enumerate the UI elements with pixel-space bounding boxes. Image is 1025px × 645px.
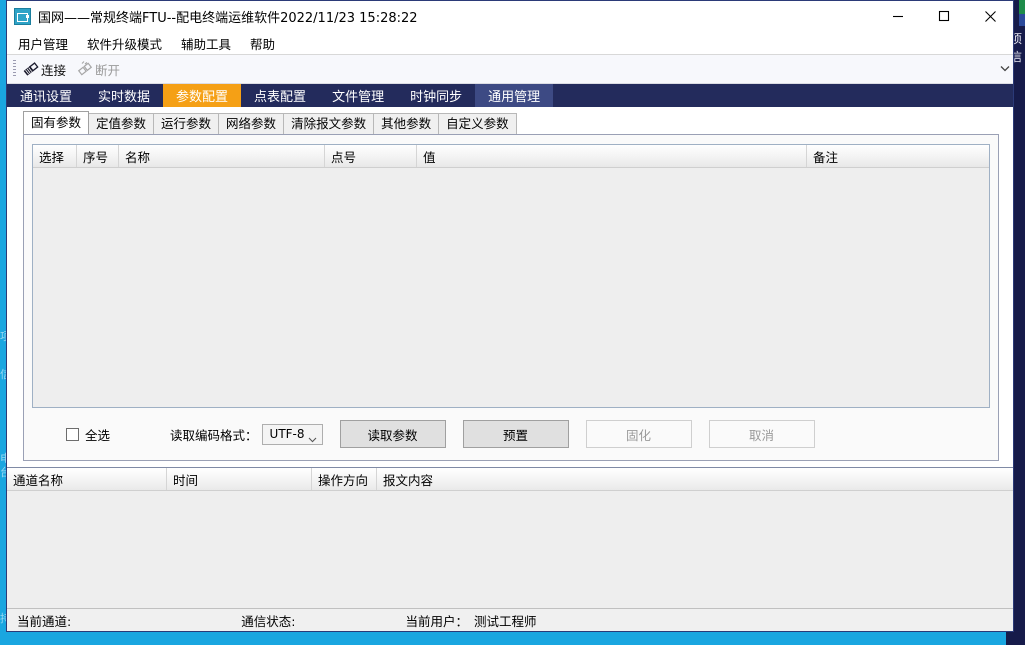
message-log-grid[interactable]: 通道名称 时间 操作方向 报文内容 <box>7 467 1013 608</box>
subtab-clear-message-params[interactable]: 清除报文参数 <box>283 113 375 134</box>
window-title: 国网——常规终端FTU--配电终端运维软件2022/11/23 15:28:22 <box>38 10 418 26</box>
menu-item-tools[interactable]: 辅助工具 <box>173 32 239 55</box>
maximize-button[interactable] <box>921 2 967 31</box>
subtab-other-params[interactable]: 其他参数 <box>373 113 440 134</box>
column-header-select[interactable]: 选择 <box>33 145 77 167</box>
toolbar-overflow-chevron-down-icon[interactable] <box>999 61 1011 75</box>
tab-communication-settings[interactable]: 通讯设置 <box>7 84 85 107</box>
menu-item-upgrade-mode[interactable]: 软件升级模式 <box>79 32 170 55</box>
menu-bar: 用户管理 软件升级模式 辅助工具 帮助 <box>7 32 1013 55</box>
parameter-panel: 选择 序号 名称 点号 值 备注 全选 读取编码格式： UTF-8 读取参数 预… <box>23 134 999 461</box>
subtab-runtime-params[interactable]: 运行参数 <box>153 113 220 134</box>
status-current-user-value: 测试工程师 <box>473 613 537 629</box>
encoding-label: 读取编码格式： <box>170 427 258 443</box>
background-blue-sliver <box>1019 14 1025 26</box>
select-all-label: 全选 <box>85 427 111 443</box>
close-button[interactable] <box>967 2 1013 31</box>
broken-link-icon <box>76 60 94 78</box>
encoding-value: UTF-8 <box>269 427 305 441</box>
tab-file-management[interactable]: 文件管理 <box>319 84 397 107</box>
menu-item-help[interactable]: 帮助 <box>242 32 283 55</box>
main-tab-strip: 通讯设置 实时数据 参数配置 点表配置 文件管理 时钟同步 通用管理 <box>7 84 1013 107</box>
application-window: 国网——常规终端FTU--配电终端运维软件2022/11/23 15:28:22… <box>6 0 1014 632</box>
parameter-controls-row: 全选 读取编码格式： UTF-8 读取参数 预置 固化 取消 <box>24 408 998 460</box>
link-icon <box>22 60 40 78</box>
preset-button[interactable]: 预置 <box>462 420 569 448</box>
toolbar: 连接 断开 <box>7 55 1013 84</box>
status-bar: 当前通道: 通信状态: 当前用户： 测试工程师 <box>7 608 1013 631</box>
message-log-body[interactable] <box>7 491 1013 608</box>
menu-item-user-management[interactable]: 用户管理 <box>10 32 76 55</box>
column-header-value[interactable]: 值 <box>417 145 807 167</box>
log-column-header-channel[interactable]: 通道名称 <box>7 468 167 490</box>
tab-clock-sync[interactable]: 时钟同步 <box>397 84 475 107</box>
app-monitor-icon <box>14 7 31 25</box>
content-area: 固有参数 定值参数 运行参数 网络参数 清除报文参数 其他参数 自定义参数 选择… <box>7 107 1013 467</box>
column-header-name[interactable]: 名称 <box>119 145 325 167</box>
minimize-button[interactable] <box>875 2 921 31</box>
status-current-channel: 当前通道: <box>17 613 72 629</box>
log-column-header-time[interactable]: 时间 <box>167 468 312 490</box>
subtab-network-params[interactable]: 网络参数 <box>218 113 285 134</box>
cancel-button[interactable]: 取消 <box>708 420 815 448</box>
log-column-header-direction[interactable]: 操作方向 <box>312 468 377 490</box>
message-log-header: 通道名称 时间 操作方向 报文内容 <box>7 468 1013 491</box>
desktop-background: 项 信 项 信 电 台 持 国网——常规终端FTU--配电终端运维软件2022/… <box>0 0 1025 645</box>
parameter-grid-body[interactable] <box>33 168 989 407</box>
column-header-point[interactable]: 点号 <box>325 145 417 167</box>
sub-tab-strip: 固有参数 定值参数 运行参数 网络参数 清除报文参数 其他参数 自定义参数 <box>23 111 1013 134</box>
tab-realtime-data[interactable]: 实时数据 <box>85 84 163 107</box>
connect-button[interactable]: 连接 <box>20 56 74 82</box>
subtab-setpoint-params[interactable]: 定值参数 <box>88 113 155 134</box>
toolbar-drag-handle[interactable] <box>13 60 16 78</box>
tab-general-management[interactable]: 通用管理 <box>475 84 554 107</box>
select-all-checkbox-wrap[interactable]: 全选 <box>66 425 110 444</box>
connect-label: 连接 <box>41 62 67 78</box>
read-parameters-button[interactable]: 读取参数 <box>339 420 446 448</box>
disconnect-label: 断开 <box>95 62 121 78</box>
background-green-sliver <box>1019 0 1025 14</box>
status-comm-state: 通信状态: <box>241 613 296 629</box>
select-all-checkbox[interactable] <box>66 427 79 441</box>
log-column-header-content[interactable]: 报文内容 <box>377 468 1013 490</box>
tab-parameter-config[interactable]: 参数配置 <box>163 84 242 107</box>
encoding-select[interactable]: UTF-8 <box>261 423 323 446</box>
parameter-grid[interactable]: 选择 序号 名称 点号 值 备注 <box>32 144 990 408</box>
chevron-down-icon <box>308 432 317 446</box>
title-bar[interactable]: 国网——常规终端FTU--配电终端运维软件2022/11/23 15:28:22 <box>7 1 1013 32</box>
parameter-grid-header: 选择 序号 名称 点号 值 备注 <box>33 145 989 168</box>
panel-splitter[interactable] <box>7 461 1013 467</box>
column-header-index[interactable]: 序号 <box>77 145 119 167</box>
disconnect-button[interactable]: 断开 <box>74 56 128 82</box>
tab-point-table-config[interactable]: 点表配置 <box>241 84 319 107</box>
solidify-button[interactable]: 固化 <box>585 420 692 448</box>
column-header-remark[interactable]: 备注 <box>807 145 989 167</box>
subtab-custom-params[interactable]: 自定义参数 <box>438 113 517 134</box>
status-current-user-label: 当前用户： <box>405 613 468 629</box>
subtab-inherent-params[interactable]: 固有参数 <box>23 111 90 134</box>
